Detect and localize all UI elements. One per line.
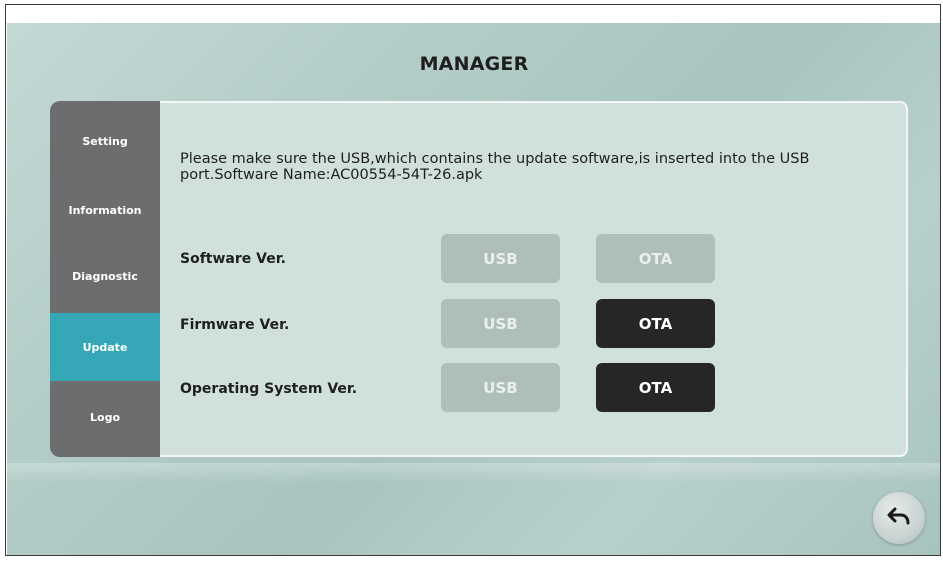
device-frame: MANAGER Please make sure the USB,which c… (5, 4, 941, 556)
return-arrow-icon (887, 507, 911, 530)
sidebar: Setting Information Diagnostic Update Lo… (50, 101, 160, 457)
update-panel: Please make sure the USB,which contains … (150, 101, 908, 457)
firmware-ota-button[interactable]: OTA (596, 299, 715, 348)
sidebar-item-logo[interactable]: Logo (50, 383, 160, 451)
sidebar-item-information[interactable]: Information (50, 176, 160, 244)
sidebar-item-diagnostic[interactable]: Diagnostic (50, 242, 160, 310)
os-ota-button[interactable]: OTA (596, 363, 715, 412)
sidebar-item-update[interactable]: Update (50, 313, 160, 381)
usb-update-notice: Please make sure the USB,which contains … (180, 151, 810, 183)
back-button[interactable] (873, 492, 925, 544)
os-usb-button[interactable]: USB (441, 363, 560, 412)
manager-screen: MANAGER Please make sure the USB,which c… (7, 23, 940, 555)
software-usb-button[interactable]: USB (441, 234, 560, 283)
software-ota-button[interactable]: OTA (596, 234, 715, 283)
sidebar-item-setting[interactable]: Setting (50, 107, 160, 175)
os-version-label: Operating System Ver. (180, 381, 358, 397)
firmware-version-label: Firmware Ver. (180, 317, 290, 333)
firmware-usb-button[interactable]: USB (441, 299, 560, 348)
page-title: MANAGER (419, 53, 529, 75)
software-version-label: Software Ver. (180, 251, 286, 267)
